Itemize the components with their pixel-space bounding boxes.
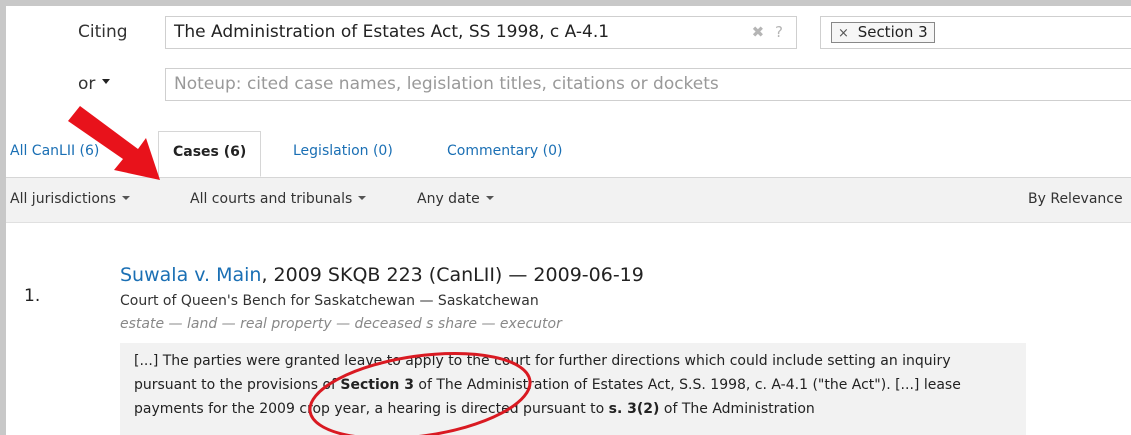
keywords: estate — land — real property — deceased…	[120, 316, 562, 332]
caret-down-icon	[485, 196, 494, 200]
noteup-placeholder: Noteup: cited case names, legislation ti…	[174, 74, 719, 94]
result-title: Suwala v. Main, 2009 SKQB 223 (CanLII) —…	[120, 264, 644, 286]
tab-commentary[interactable]: Commentary (0)	[447, 143, 563, 159]
jurisdictions-dropdown[interactable]: All jurisdictions	[10, 191, 131, 207]
section-chip[interactable]: × Section 3	[831, 22, 935, 43]
citing-value: The Administration of Estates Act, SS 19…	[174, 22, 610, 42]
result-tabs: All CanLII (6) Cases (6) Legislation (0)…	[6, 131, 1131, 178]
help-icon[interactable]: ?	[775, 23, 786, 41]
noteup-input[interactable]: Noteup: cited case names, legislation ti…	[165, 68, 1131, 101]
citing-label: Citing	[78, 22, 128, 42]
tab-legislation[interactable]: Legislation (0)	[293, 143, 393, 159]
tab-all-canlii[interactable]: All CanLII (6)	[10, 143, 99, 159]
court-name: Court of Queen's Bench for Saskatchewan …	[120, 293, 539, 309]
citing-input[interactable]: The Administration of Estates Act, SS 19…	[165, 16, 797, 49]
courts-dropdown[interactable]: All courts and tribunals	[190, 191, 367, 207]
sort-dropdown[interactable]: By Relevance	[1028, 191, 1123, 207]
excerpt-highlight: Section 3	[340, 377, 414, 393]
section-chip-label: Section 3	[857, 23, 928, 41]
courts-label: All courts and tribunals	[190, 191, 353, 207]
date-label: Any date	[417, 191, 480, 207]
filter-bar: All jurisdictions All courts and tribuna…	[6, 178, 1131, 223]
excerpt-highlight: s. 3(2)	[608, 401, 660, 417]
case-link[interactable]: Suwala v. Main	[120, 264, 261, 286]
jurisdictions-label: All jurisdictions	[10, 191, 117, 207]
clear-icon[interactable]: ✖	[752, 23, 768, 41]
case-citation: , 2009 SKQB 223 (CanLII) — 2009-06-19	[261, 264, 644, 286]
result-number: 1.	[24, 286, 41, 306]
caret-down-icon	[358, 196, 367, 200]
caret-down-icon	[102, 79, 111, 84]
caret-down-icon	[122, 196, 131, 200]
date-dropdown[interactable]: Any date	[417, 191, 494, 207]
tab-cases[interactable]: Cases (6)	[158, 131, 262, 177]
citing-controls: ✖ ?	[752, 17, 786, 48]
or-label: or	[78, 74, 96, 94]
excerpt-text: of The Administration	[659, 401, 815, 417]
excerpt: [...] The parties were granted leave to …	[120, 343, 1026, 435]
section-filter-field[interactable]: × Section 3	[820, 16, 1131, 49]
remove-chip-icon[interactable]: ×	[838, 26, 849, 41]
or-dropdown[interactable]: or	[78, 74, 111, 94]
